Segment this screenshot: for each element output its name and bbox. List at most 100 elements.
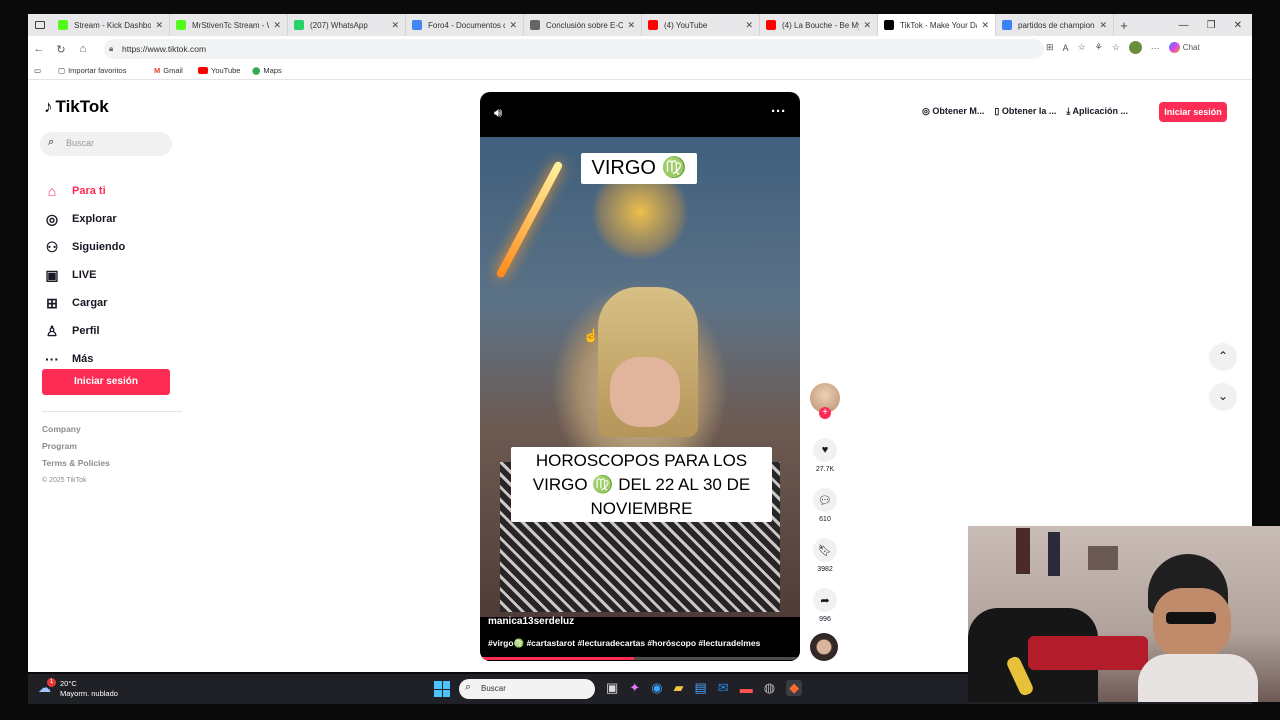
bookmark-youtube[interactable]: YouTube xyxy=(198,66,240,75)
next-video-button[interactable]: ⌄ xyxy=(1209,383,1237,411)
nav-following[interactable]: ⚇ Siguiendo xyxy=(44,239,125,255)
caption-line: HOROSCOPOS PARA LOS xyxy=(535,451,748,470)
nav-upload[interactable]: ⊞ Cargar xyxy=(44,295,107,311)
tab-title: MrStivenTc Stream - W xyxy=(192,20,270,30)
app-available-icon[interactable]: ⊞ xyxy=(1046,42,1054,53)
video-player[interactable]: 🔊︎ ··· VIRGO ♍ HOROSCOPOS PARA LOS VIRGO… xyxy=(480,92,800,661)
browser-tab[interactable]: Foro4 - Documentos de ✕ xyxy=(406,14,524,36)
picture-frame xyxy=(1088,546,1118,570)
home-icon[interactable]: ⌂ xyxy=(72,43,94,55)
red-app-icon[interactable]: ▬ xyxy=(740,681,753,696)
video-hashtags[interactable]: #virgo♍ #cartastarot #lecturadecartas #h… xyxy=(488,638,760,649)
tab-actions-icon[interactable] xyxy=(28,14,52,36)
save-button[interactable]: 🔖︎ 3982 xyxy=(810,538,840,573)
browser-tab[interactable]: (4) La Bouche - Be My L ✕ xyxy=(760,14,878,36)
tab-close-icon[interactable]: ✕ xyxy=(509,20,517,31)
desktop-app-link[interactable]: ⤓ Aplicación ... xyxy=(1066,106,1128,117)
chrome-icon[interactable]: ◍ xyxy=(764,680,775,696)
browser-tab[interactable]: Stream - Kick Dashboard✕ xyxy=(52,14,170,36)
bookmark-label: Gmail xyxy=(163,66,183,75)
tab-close-icon[interactable]: ✕ xyxy=(863,20,871,31)
nav-profile[interactable]: ♙ Perfil xyxy=(44,323,100,339)
browser-tab[interactable]: (207) WhatsApp ✕ xyxy=(288,14,406,36)
copilot-icon[interactable]: ✦ xyxy=(629,680,640,696)
tab-favicon-icon xyxy=(58,20,68,30)
copilot-button[interactable]: Chat xyxy=(1168,42,1200,53)
task-view-icon[interactable]: ▣ xyxy=(606,680,618,696)
browser-tab[interactable]: (4) YouTube ✕ xyxy=(642,14,760,36)
tab-close-icon[interactable]: ✕ xyxy=(391,20,399,31)
bookmarks-bar: ▭ ▢ Importar favoritos M Gmail YouTube ⬤ Ma… xyxy=(28,62,1252,80)
favorite-star-icon[interactable]: ☆ xyxy=(1078,42,1086,53)
video-more-icon[interactable]: ··· xyxy=(771,103,786,120)
nav-explore[interactable]: ◎ Explorar xyxy=(44,211,117,227)
nav-more[interactable]: ··· Más xyxy=(44,351,93,367)
tiktok-logo[interactable]: ♪ TikTok xyxy=(44,97,109,117)
restore-icon[interactable]: ❐ xyxy=(1207,20,1216,31)
weather-widget[interactable]: 20°C Mayorm. nublado xyxy=(60,679,118,699)
comment-button[interactable]: 💬︎ 610 xyxy=(810,488,840,523)
tab-close-icon[interactable]: ✕ xyxy=(745,20,753,31)
share-count: 996 xyxy=(819,616,831,623)
video-username[interactable]: manica13serdeluz xyxy=(488,616,574,627)
tab-title: Foro4 - Documentos de xyxy=(428,20,506,30)
search-label: Buscar xyxy=(481,684,506,693)
active-app-icon[interactable]: ◆ xyxy=(786,680,803,696)
windows-start-icon[interactable] xyxy=(434,681,450,697)
prev-video-button[interactable]: ⌃ xyxy=(1209,343,1237,371)
tab-close-icon[interactable]: ✕ xyxy=(273,20,281,31)
get-app-link[interactable]: ▯ Obtener la ... xyxy=(994,106,1056,117)
search-icon: ⌕ xyxy=(465,681,472,693)
sidebar-login-button[interactable]: Iniciar sesión xyxy=(42,369,170,395)
webcam-overlay xyxy=(968,526,1280,702)
search-input[interactable]: ⌕ Buscar xyxy=(40,132,172,156)
back-icon[interactable]: ← xyxy=(28,43,50,55)
share-icon: ➦ xyxy=(813,588,837,612)
tab-close-icon[interactable]: ✕ xyxy=(155,20,163,31)
bookmark-maps[interactable]: ⬤ Maps xyxy=(252,66,282,75)
bookmark-import[interactable]: ▢ Importar favoritos xyxy=(58,66,126,75)
browser-tab[interactable]: Conclusión sobre E-CRM✕ xyxy=(524,14,642,36)
get-coins-link[interactable]: ◎ Obtener M... xyxy=(922,106,984,117)
footer-link-company[interactable]: Company xyxy=(42,421,110,438)
new-tab-button[interactable]: + xyxy=(1114,18,1134,33)
taskbar-search[interactable]: ⌕ Buscar xyxy=(459,679,595,699)
nav-for-you[interactable]: ⌂ Para ti xyxy=(44,183,106,199)
volume-icon[interactable]: 🔊︎ xyxy=(494,105,502,121)
logo-text: TikTok xyxy=(55,97,109,116)
browser-tab[interactable]: partidos de champions ✕ xyxy=(996,14,1114,36)
url-field[interactable]: 🔒︎ https://www.tiktok.com xyxy=(104,39,1044,59)
header-login-button[interactable]: Iniciar sesión xyxy=(1159,102,1227,122)
share-button[interactable]: ➦ 996 xyxy=(810,588,840,623)
progress-track[interactable] xyxy=(480,657,800,660)
store-icon[interactable]: ▤ xyxy=(695,680,707,696)
browser-tab[interactable]: MrStivenTc Stream - W ✕ xyxy=(170,14,288,36)
tab-close-icon[interactable]: ✕ xyxy=(627,20,635,31)
nav-live[interactable]: ▣ LIVE xyxy=(44,267,96,283)
footer-link-program[interactable]: Program xyxy=(42,438,110,455)
file-explorer-icon[interactable]: ▰ xyxy=(674,680,684,696)
like-button[interactable]: ♥ 27.7K xyxy=(810,438,840,473)
follow-plus-icon[interactable]: + xyxy=(819,407,831,419)
refresh-icon[interactable]: ↻ xyxy=(50,43,72,56)
bookmark-gmail[interactable]: M Gmail xyxy=(154,66,183,75)
close-window-icon[interactable]: ✕ xyxy=(1234,20,1242,31)
music-disc[interactable] xyxy=(810,633,840,661)
more-menu-icon[interactable]: ··· xyxy=(1151,43,1160,53)
profile-avatar[interactable] xyxy=(1128,41,1142,54)
outlook-icon[interactable]: ✉ xyxy=(718,680,729,696)
creator-avatar[interactable]: + xyxy=(810,383,840,419)
footer-link-terms[interactable]: Terms & Policies xyxy=(42,455,110,472)
favorites-icon[interactable]: ☆ xyxy=(1112,42,1120,53)
import-icon: ▢ xyxy=(58,66,66,75)
browser-tab[interactable]: TikTok - Make Your Day ✕ xyxy=(878,14,996,36)
edge-icon[interactable]: ◉ xyxy=(651,680,662,696)
bookmark-folder-icon[interactable]: ▭ xyxy=(34,66,41,75)
minimize-icon[interactable]: — xyxy=(1179,20,1189,31)
temperature: 20°C xyxy=(60,679,77,688)
tab-close-icon[interactable]: ✕ xyxy=(981,20,989,31)
read-aloud-icon[interactable]: A xyxy=(1063,43,1069,53)
tab-close-icon[interactable]: ✕ xyxy=(1099,20,1107,31)
music-disc-icon xyxy=(810,633,838,661)
extensions-icon[interactable]: ⚘ xyxy=(1095,42,1103,53)
